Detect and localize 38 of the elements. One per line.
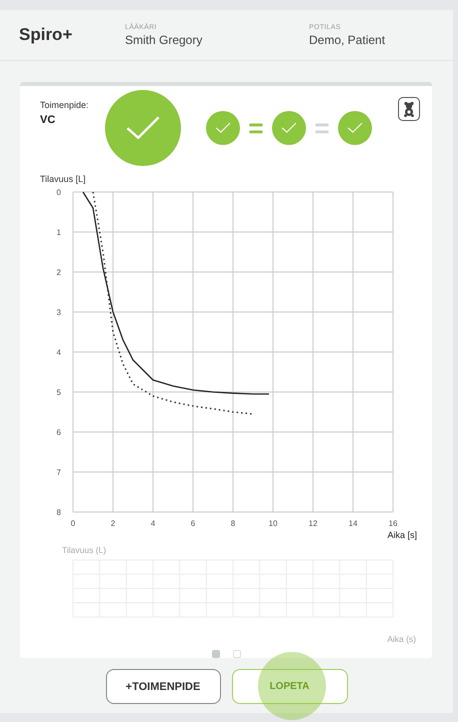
x-tick-label: 2 (110, 519, 116, 528)
check-icon (347, 122, 363, 134)
equal-sign: = (313, 115, 331, 141)
x-tick-label: 8 (230, 519, 236, 528)
y-tick-label: 6 (56, 428, 61, 437)
x-tick-label: 6 (190, 519, 196, 528)
page-indicator[interactable] (212, 650, 220, 658)
field-value: Smith Gregory (125, 32, 204, 46)
equal-sign: = (247, 115, 265, 141)
y-tick-label: 4 (56, 348, 61, 357)
x-tick-label: 0 (70, 519, 76, 528)
y-tick-label: 8 (56, 508, 61, 517)
page-indicator[interactable] (232, 650, 240, 658)
procedure-label: Toimenpide: (40, 100, 89, 110)
x-tick-label: 14 (348, 519, 358, 528)
check-icon (215, 122, 231, 134)
x-tick-label: 16 (388, 519, 398, 528)
x-tick-label: 10 (268, 519, 278, 528)
check-icon (281, 122, 297, 134)
y-tick-label: 2 (56, 268, 61, 277)
y-tick-label: 1 (56, 228, 61, 237)
procedure-value: VC (40, 114, 56, 126)
check-icon (125, 115, 161, 141)
add-procedure-button[interactable]: +TOIMENPIDE (106, 669, 220, 704)
y-axis-label: Tilavuus (L) (62, 545, 106, 555)
y-tick-label: 0 (56, 188, 61, 197)
y-tick-label: 3 (56, 308, 61, 317)
field-value: Demo, Patient (309, 32, 386, 46)
child-mode-button[interactable] (398, 97, 420, 121)
y-tick-label: 7 (56, 468, 61, 477)
y-axis-label: Tilavuus [L] (40, 174, 86, 184)
app-title: Spiro+ (19, 25, 74, 45)
x-tick-label: 12 (308, 519, 318, 528)
teddy-bear-icon (403, 101, 415, 117)
x-axis-label: Aika (s) (387, 634, 416, 644)
y-tick-label: 5 (56, 388, 61, 397)
x-axis-label: Aika [s] (387, 530, 417, 540)
x-tick-label: 4 (150, 519, 156, 528)
